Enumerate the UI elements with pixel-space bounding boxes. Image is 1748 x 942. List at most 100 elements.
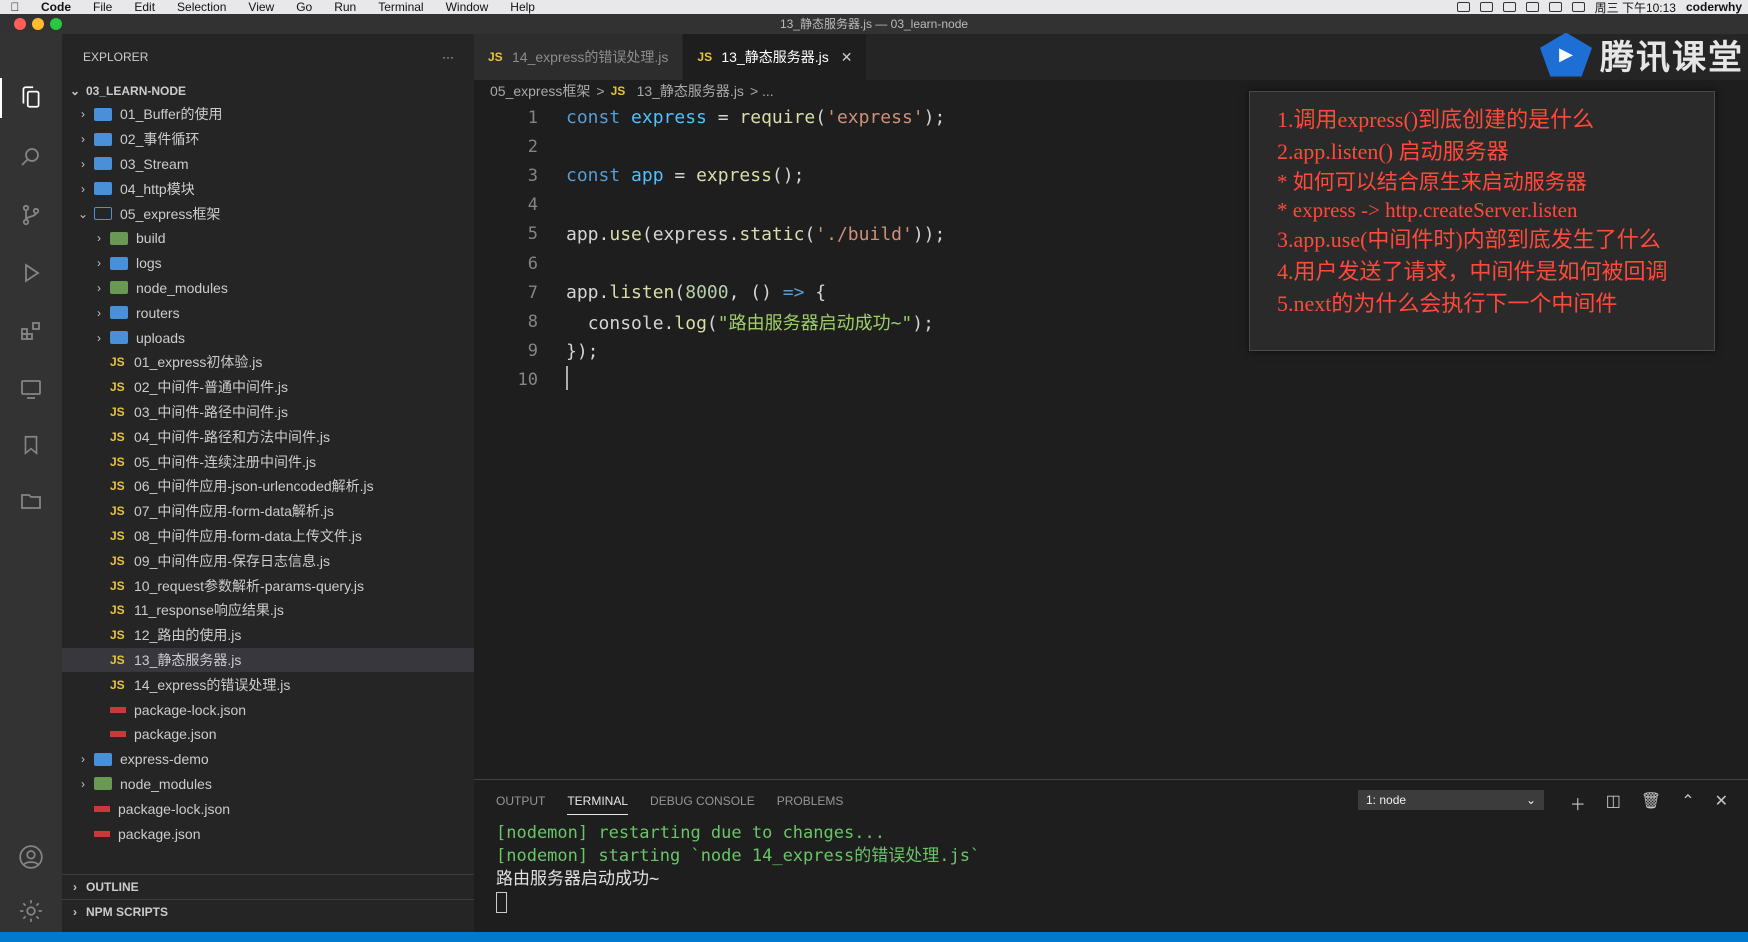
apple-icon[interactable]: 	[0, 0, 30, 14]
minimize-window-button[interactable]	[32, 18, 44, 30]
tree-item-label: 11_response响应结果.js	[134, 602, 284, 619]
tree-item[interactable]: ⌄ 05_express框架	[62, 201, 474, 226]
tree-item[interactable]: › node_modules	[62, 772, 474, 797]
tray-icon[interactable]	[1502, 2, 1516, 12]
tab-14-express-error[interactable]: JS 14_express的错误处理.js	[474, 34, 683, 80]
add-terminal-icon[interactable]: ＋	[1570, 791, 1586, 815]
explorer-icon[interactable]	[16, 82, 46, 112]
tree-item[interactable]: › uploads	[62, 325, 474, 350]
tray-icon[interactable]	[1548, 2, 1562, 12]
note-line: 3.app.use(中间件时)内部到底发生了什么	[1277, 227, 1661, 252]
tree-item-label: 03_中间件-路径中间件.js	[134, 403, 289, 420]
maximize-window-button[interactable]	[50, 18, 62, 30]
tree-item[interactable]: JS 03_中间件-路径中间件.js	[62, 400, 474, 425]
breadcrumb-folder[interactable]: 05_express框架	[490, 81, 590, 101]
tree-item[interactable]: JS 06_中间件应用-json-urlencoded解析.js	[62, 474, 474, 499]
folder-open-icon	[94, 207, 112, 221]
breadcrumb-more[interactable]: > ...	[750, 83, 774, 99]
folder-icon	[110, 331, 128, 345]
menu-edit[interactable]: Edit	[123, 0, 166, 14]
tray-icon[interactable]	[1571, 2, 1585, 12]
tray-icon[interactable]	[1456, 2, 1470, 12]
tree-item[interactable]: JS 11_response响应结果.js	[62, 598, 474, 623]
workspace-root[interactable]: ⌄ 03_LEARN-NODE	[62, 80, 474, 102]
tree-item[interactable]: JS 01_express初体验.js	[62, 350, 474, 375]
terminal-select[interactable]: 1: node ⌄	[1358, 790, 1544, 810]
bookmark-icon[interactable]	[16, 430, 46, 460]
account-icon[interactable]	[16, 842, 46, 872]
extensions-icon[interactable]	[16, 316, 46, 346]
tree-item-label: package.json	[134, 726, 217, 743]
active-indicator	[0, 78, 2, 118]
tree-item[interactable]: JS 08_中间件应用-form-data上传文件.js	[62, 524, 474, 549]
split-terminal-icon[interactable]: ◫	[1606, 791, 1621, 815]
tree-item[interactable]: package.json	[62, 821, 474, 846]
breadcrumb-file[interactable]: 13_静态服务器.js	[637, 81, 744, 101]
tab-terminal[interactable]: TERMINAL	[567, 788, 629, 815]
tree-item[interactable]: › 01_Buffer的使用	[62, 102, 474, 127]
trash-icon[interactable]: 🗑	[1641, 791, 1661, 815]
tree-item[interactable]: JS 05_中间件-连续注册中间件.js	[62, 449, 474, 474]
tree-item[interactable]: › routers	[62, 300, 474, 325]
tray-icon[interactable]	[1479, 2, 1493, 12]
tree-item[interactable]: › 04_http模块	[62, 176, 474, 201]
tree-item[interactable]: JS 14_express的错误处理.js	[62, 672, 474, 697]
menu-code[interactable]: Code	[30, 0, 82, 14]
project-manager-icon[interactable]	[16, 486, 46, 516]
remote-explorer-icon[interactable]	[16, 374, 46, 404]
line-number: 7	[527, 282, 538, 303]
close-window-button[interactable]	[14, 18, 26, 30]
tree-item-label: node_modules	[136, 279, 228, 296]
tree-item-label: express-demo	[120, 751, 209, 768]
tree-item[interactable]: JS 02_中间件-普通中间件.js	[62, 375, 474, 400]
tree-item[interactable]: › build	[62, 226, 474, 251]
menubar-tray: 周三 下午10:13 coderwhy	[1456, 0, 1742, 15]
tree-item-label: 04_中间件-路径和方法中间件.js	[134, 428, 331, 445]
tree-item[interactable]: JS 12_路由的使用.js	[62, 623, 474, 648]
menu-file[interactable]: File	[82, 0, 123, 14]
search-icon[interactable]	[16, 142, 46, 172]
tree-item[interactable]: JS 10_request参数解析-params-query.js	[62, 573, 474, 598]
npm-file-icon	[94, 805, 110, 812]
tree-item[interactable]: › node_modules	[62, 276, 474, 301]
tree-item[interactable]: JS 07_中间件应用-form-data解析.js	[62, 499, 474, 524]
tree-item[interactable]: package.json	[62, 722, 474, 747]
tree-item[interactable]: JS 04_中间件-路径和方法中间件.js	[62, 424, 474, 449]
tree-item[interactable]: › 03_Stream	[62, 152, 474, 177]
tree-item[interactable]: › express-demo	[62, 747, 474, 772]
more-actions-icon[interactable]: ···	[442, 50, 454, 64]
source-control-icon[interactable]	[16, 200, 46, 230]
note-line: * express -> http.createServer.listen	[1277, 198, 1578, 222]
tab-problems[interactable]: PROBLEMS	[777, 788, 844, 814]
tree-item[interactable]: › 02_事件循环	[62, 127, 474, 152]
menu-window[interactable]: Window	[435, 0, 500, 14]
chevron-up-icon[interactable]: ⌃	[1681, 791, 1694, 815]
tab-13-static-server[interactable]: JS 13_静态服务器.js ✕	[683, 34, 867, 80]
folder-icon	[110, 306, 128, 320]
outline-section[interactable]: › OUTLINE	[62, 874, 474, 899]
menu-terminal[interactable]: Terminal	[367, 0, 434, 14]
menubar-user[interactable]: coderwhy	[1686, 0, 1742, 14]
terminal-output[interactable]: [nodemon] restarting due to changes... […	[474, 822, 1748, 914]
tree-item[interactable]: › logs	[62, 251, 474, 276]
npm-scripts-section[interactable]: › NPM SCRIPTS	[62, 899, 474, 924]
menu-go[interactable]: Go	[285, 0, 323, 14]
chevron-right-icon: ›	[81, 752, 85, 767]
menu-selection[interactable]: Selection	[166, 0, 237, 14]
explorer-sidebar: EXPLORER ··· ⌄ 03_LEARN-NODE › 01_Buffer的…	[62, 34, 474, 932]
tab-debug-console[interactable]: DEBUG CONSOLE	[650, 788, 755, 814]
menu-help[interactable]: Help	[499, 0, 546, 14]
menu-view[interactable]: View	[237, 0, 285, 14]
tree-item[interactable]: JS 13_静态服务器.js	[62, 647, 474, 673]
tree-item-label: routers	[136, 304, 180, 321]
tray-icon[interactable]	[1525, 2, 1539, 12]
close-tab-icon[interactable]: ✕	[841, 49, 853, 66]
tree-item[interactable]: JS 09_中间件应用-保存日志信息.js	[62, 548, 474, 573]
menu-run[interactable]: Run	[323, 0, 367, 14]
tab-output[interactable]: OUTPUT	[496, 788, 545, 814]
close-panel-icon[interactable]: ✕	[1715, 791, 1728, 815]
tree-item[interactable]: package-lock.json	[62, 796, 474, 821]
run-debug-icon[interactable]	[16, 258, 46, 288]
tree-item[interactable]: package-lock.json	[62, 697, 474, 722]
settings-gear-icon[interactable]	[16, 896, 46, 926]
